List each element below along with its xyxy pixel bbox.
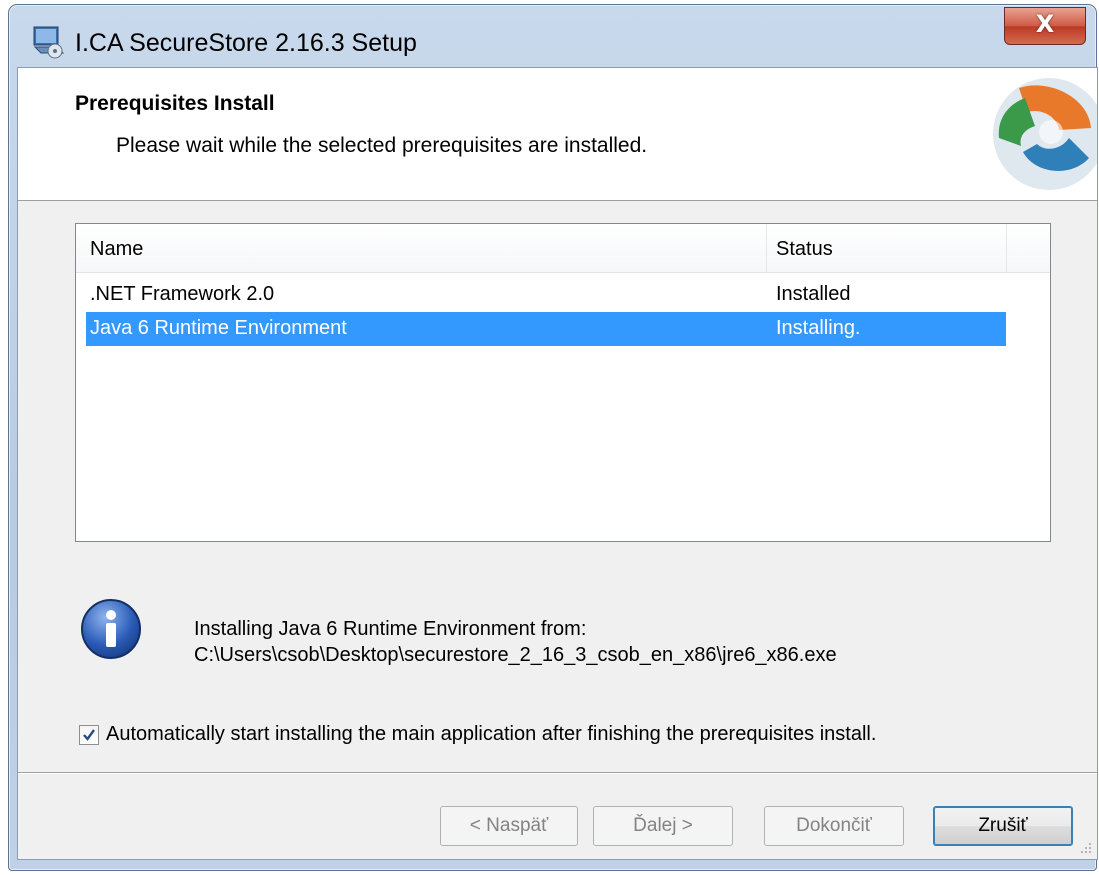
- auto-install-checkbox[interactable]: [79, 725, 99, 745]
- title-bar[interactable]: I.CA SecureStore 2.16.3 Setup X: [9, 5, 1096, 75]
- close-button[interactable]: X: [1004, 7, 1086, 45]
- column-divider[interactable]: [1006, 224, 1007, 272]
- item-name: Java 6 Runtime Environment: [90, 317, 347, 339]
- list-item[interactable]: .NET Framework 2.0 Installed: [86, 278, 1006, 312]
- column-header-name[interactable]: Name: [90, 238, 143, 261]
- info-icon: [81, 599, 141, 659]
- finish-button[interactable]: Dokončiť: [764, 806, 904, 846]
- page-title: Prerequisites Install: [75, 92, 275, 115]
- header-banner: Prerequisites Install Please wait while …: [18, 68, 1097, 201]
- back-button[interactable]: < Naspäť: [440, 806, 578, 846]
- item-name: .NET Framework 2.0: [90, 283, 275, 305]
- cancel-button[interactable]: Zrušiť: [933, 806, 1073, 846]
- footer-divider: [18, 772, 1097, 774]
- setup-window: I.CA SecureStore 2.16.3 Setup X Prerequi…: [8, 4, 1098, 871]
- close-icon: X: [1035, 10, 1055, 38]
- checkmark-icon: [83, 729, 95, 741]
- info-line-1: Installing Java 6 Runtime Environment fr…: [194, 618, 587, 640]
- list-header: Name Status: [76, 224, 1050, 273]
- list-item-selected[interactable]: Java 6 Runtime Environment Installing.: [86, 312, 1006, 346]
- auto-install-label[interactable]: Automatically start installing the main …: [106, 723, 876, 746]
- setup-logo-icon: [993, 78, 1097, 190]
- resize-grip-icon[interactable]: [1079, 841, 1093, 855]
- info-line-path: C:\Users\csob\Desktop\securestore_2_16_3…: [194, 644, 837, 666]
- page-subtitle: Please wait while the selected prerequis…: [116, 134, 648, 157]
- install-source-info: Installing Java 6 Runtime Environment fr…: [194, 616, 837, 668]
- column-divider[interactable]: [766, 224, 767, 272]
- prerequisites-list[interactable]: Name Status .NET Framework 2.0 Installed…: [75, 223, 1051, 542]
- item-status: Installing.: [776, 317, 861, 339]
- next-button[interactable]: Ďalej >: [593, 806, 733, 846]
- column-header-status[interactable]: Status: [776, 238, 833, 261]
- item-status: Installed: [776, 283, 851, 305]
- dialog-client-area: Prerequisites Install Please wait while …: [17, 67, 1098, 860]
- window-title: I.CA SecureStore 2.16.3 Setup: [75, 29, 417, 57]
- installer-app-icon: [33, 26, 65, 59]
